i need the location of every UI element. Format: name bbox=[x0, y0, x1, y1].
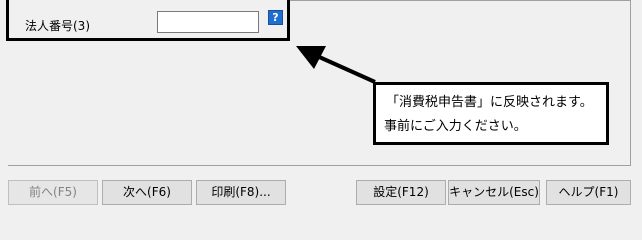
panel-border-bottom bbox=[8, 165, 631, 166]
corporate-number-input[interactable] bbox=[157, 11, 259, 33]
cancel-button[interactable]: キャンセル(Esc) bbox=[448, 180, 540, 205]
panel-border-top bbox=[290, 0, 631, 1]
panel-border-right bbox=[630, 0, 631, 165]
info-callout: 「消費税申告書」に反映されます。 事前にご入力ください。 bbox=[373, 82, 609, 145]
next-button[interactable]: 次へ(F6) bbox=[102, 180, 192, 205]
callout-text-line1: 「消費税申告書」に反映されます。 bbox=[386, 95, 593, 110]
print-button[interactable]: 印刷(F8)... bbox=[196, 180, 286, 205]
callout-text-line2: 事前にご入力ください。 bbox=[384, 119, 527, 134]
corporate-number-label: 法人番号(3) bbox=[25, 19, 90, 33]
prev-button[interactable]: 前へ(F5) bbox=[8, 180, 98, 205]
settings-button[interactable]: 設定(F12) bbox=[356, 180, 446, 205]
help-button[interactable]: ヘルプ(F1) bbox=[546, 180, 631, 205]
help-icon[interactable]: ? bbox=[268, 10, 283, 25]
